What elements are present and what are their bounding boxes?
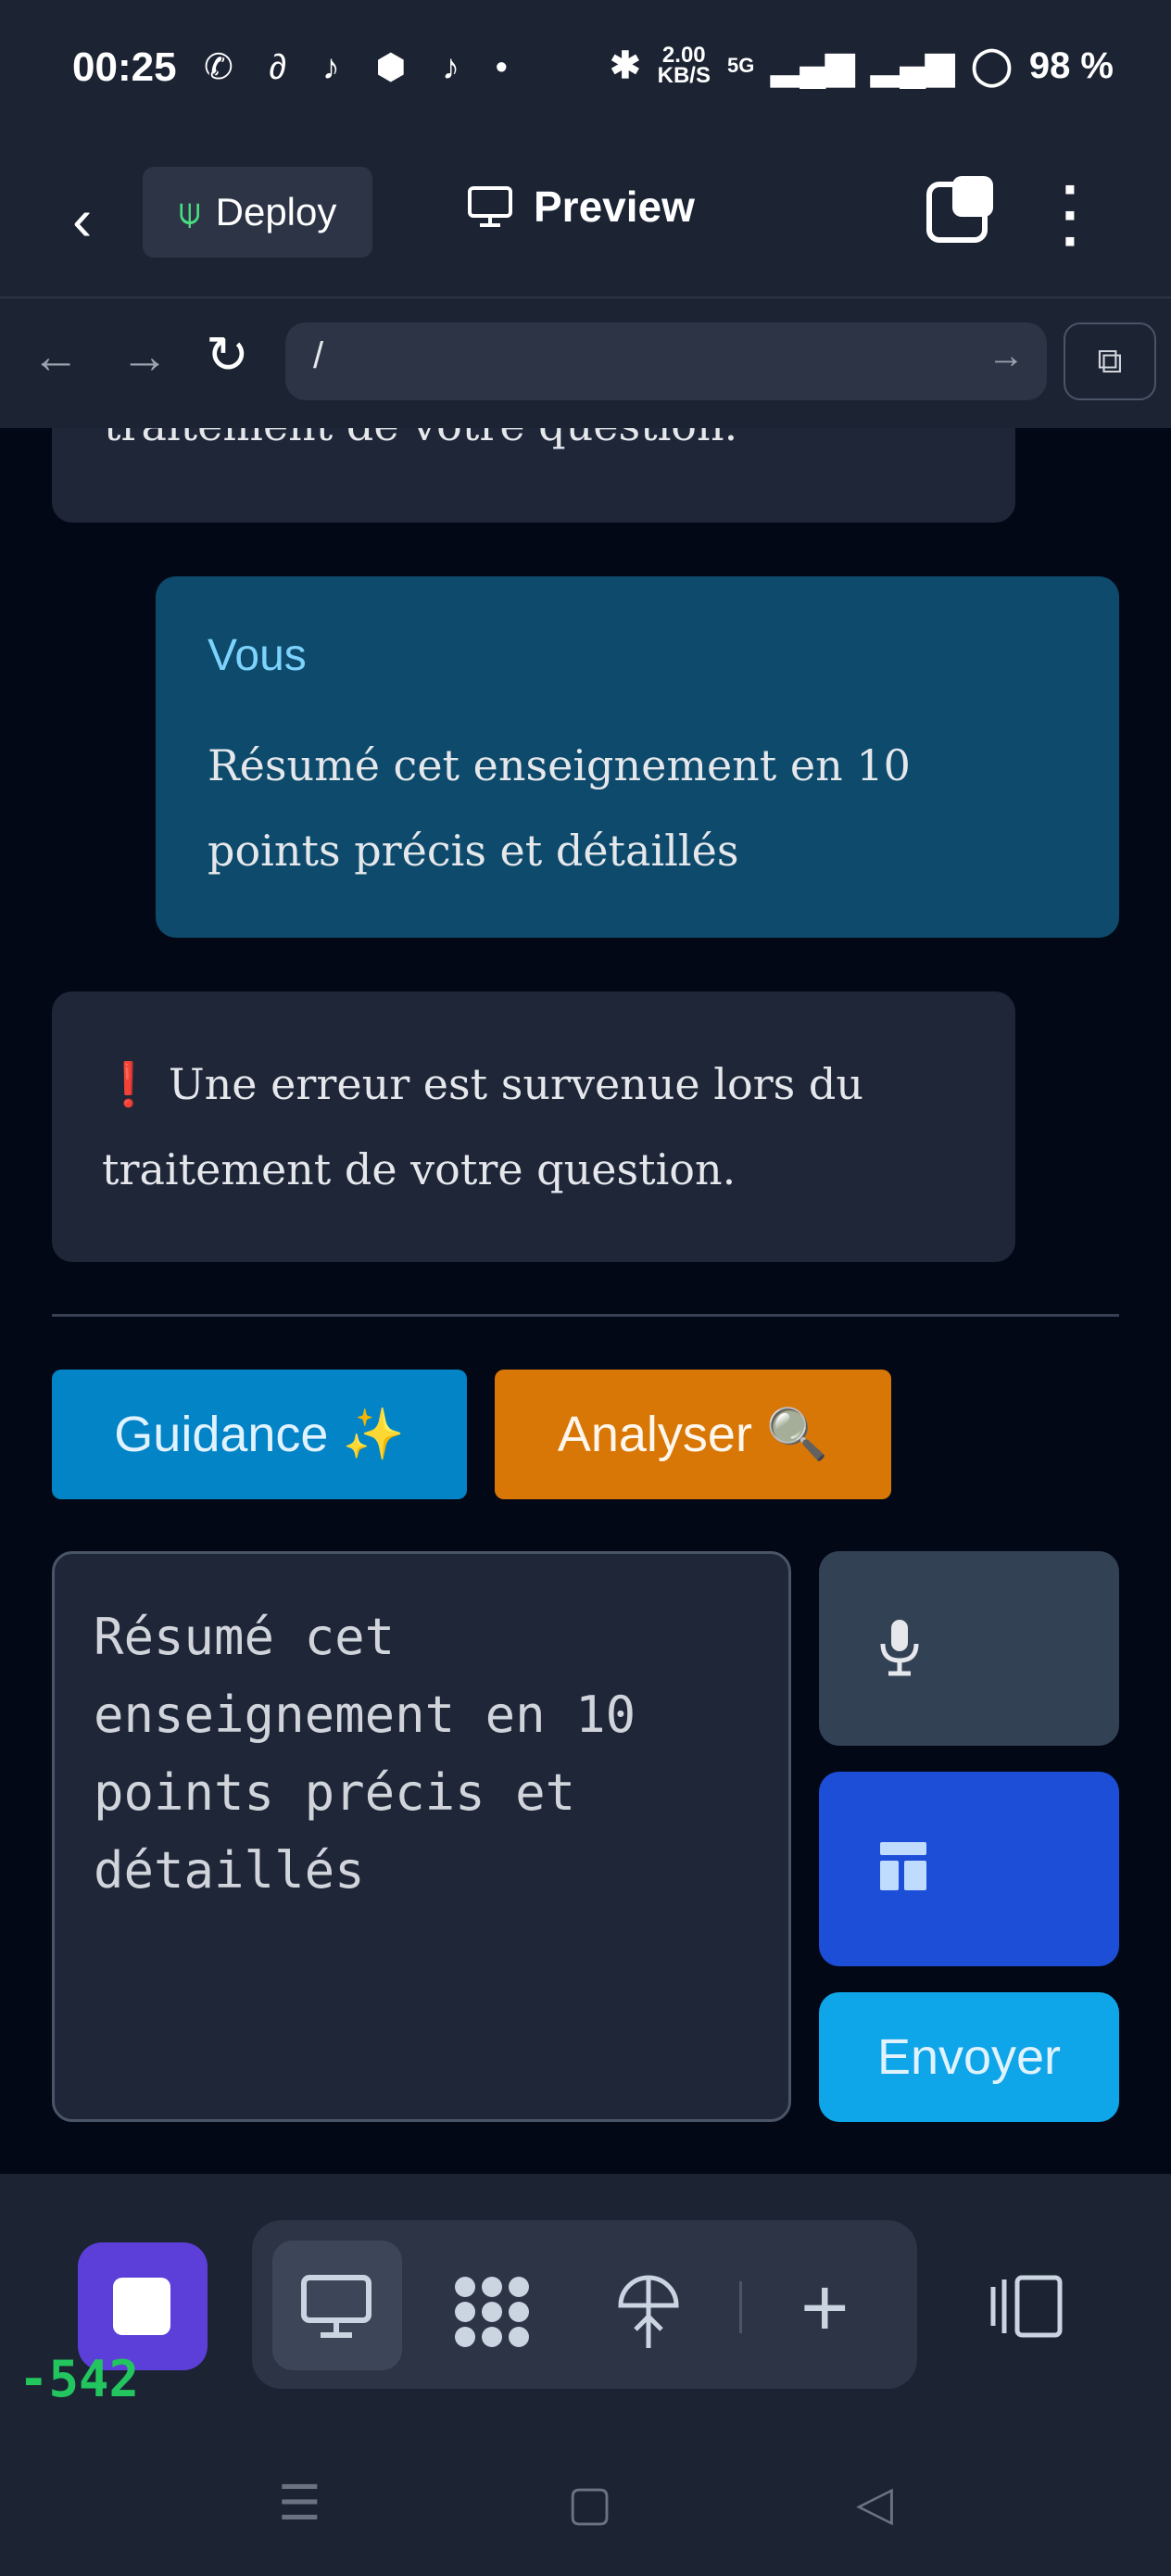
home-nav-icon[interactable]: ▢ (567, 2476, 612, 2532)
guidance-button[interactable]: Guidance ✨ (52, 1370, 467, 1499)
signal-icon-2: ▂▄▆ (871, 45, 955, 86)
system-indicators: ✱ 2.00 KB/S 5G ▂▄▆ ▂▄▆ ◯ 98 % (610, 44, 1114, 87)
divider (52, 1314, 1119, 1317)
microphone-button[interactable] (819, 1551, 1119, 1746)
send-button[interactable]: Envoyer (819, 1992, 1119, 2122)
clock: 00:25 (72, 44, 177, 90)
panels-icon[interactable] (989, 2274, 1065, 2353)
deploy-view-icon[interactable] (615, 2274, 682, 2364)
back-arrow-icon[interactable]: ‹ (72, 185, 92, 254)
deploy-button[interactable]: ⍦ Deploy (143, 167, 372, 258)
deploy-icon: ⍦ (178, 191, 201, 233)
toolbar-separator (739, 2281, 742, 2333)
menu-nav-icon[interactable]: ☰ (278, 2476, 321, 2532)
tabs-icon[interactable] (926, 176, 993, 243)
bot-message-partial: traitement de votre question. (52, 428, 1015, 523)
deploy-label: Deploy (215, 190, 337, 234)
debug-counter: -542 (19, 2350, 140, 2408)
more-menu-icon[interactable]: · · · (1062, 159, 1081, 271)
user-message-text: Résumé cet enseignement en 10 points pré… (208, 740, 911, 876)
network-speed: 2.00 KB/S (657, 43, 711, 88)
microphone-icon (880, 1620, 919, 1676)
user-name: Vous (208, 631, 307, 680)
go-arrow-icon[interactable]: → (988, 335, 1025, 377)
layout-icon (880, 1842, 926, 1890)
back-system-icon[interactable]: ◁ (856, 2476, 893, 2532)
preview-title[interactable]: Preview (467, 182, 695, 232)
battery-icon: ◯ (971, 45, 1013, 86)
preview-label: Preview (534, 183, 695, 231)
question-input[interactable]: Résumé cet enseignement en 10 points pré… (52, 1551, 791, 2122)
bluetooth-icon: ✱ (610, 45, 641, 86)
reload-icon[interactable]: ↻ (206, 324, 249, 385)
url-text: / (313, 335, 324, 376)
template-button[interactable] (819, 1772, 1119, 1966)
workspace-icon[interactable] (452, 2274, 532, 2364)
monitor-view-icon[interactable] (300, 2274, 372, 2353)
notification-icons: ✆ ∂ ♪ ⬢ ♪ • (204, 48, 521, 87)
forward-nav-icon[interactable]: → (120, 329, 169, 385)
open-external-icon[interactable]: ⧉ (1064, 322, 1156, 400)
back-nav-icon[interactable]: ← (31, 329, 80, 385)
battery-level: 98 % (1028, 44, 1114, 86)
bot-message-text: traitement de votre question. (104, 428, 737, 450)
network-label: 5G (726, 54, 755, 77)
monitor-icon (468, 186, 512, 227)
error-message-text: ❗ Une erreur est survenue lors du traite… (102, 1042, 991, 1212)
signal-icon: ▂▄▆ (771, 45, 855, 86)
add-tab-icon[interactable]: + (800, 2261, 850, 2356)
error-text: Une erreur est survenue lors du traiteme… (102, 1059, 863, 1194)
exclamation-icon: ❗ (102, 1059, 156, 1109)
analyze-button[interactable]: Analyser 🔍 (495, 1370, 891, 1499)
url-field[interactable] (285, 322, 1047, 400)
